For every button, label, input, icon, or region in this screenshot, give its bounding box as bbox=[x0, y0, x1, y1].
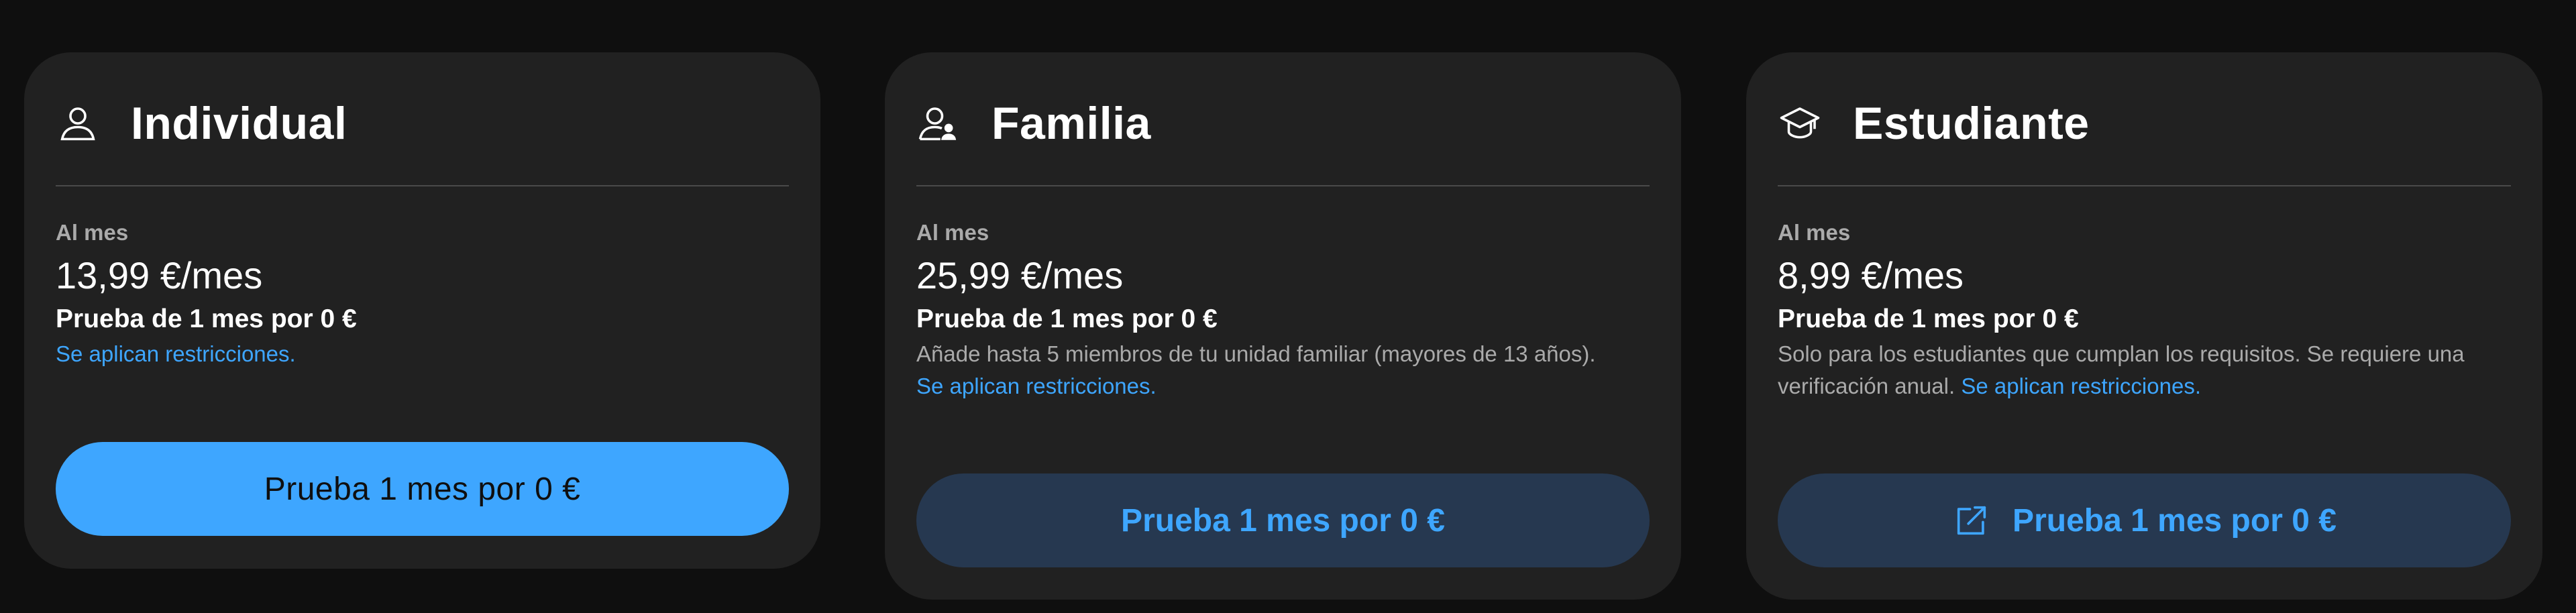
plan-card-estudiante: Estudiante Al mes 8,99 €/mes Prueba de 1… bbox=[1746, 52, 2542, 600]
plan-price: 13,99 €/mes bbox=[56, 254, 263, 296]
restrictions-link[interactable]: Se aplican restricciones. bbox=[916, 374, 1157, 398]
plan-price: 8,99 €/mes bbox=[1778, 254, 1964, 296]
start-trial-button[interactable]: Prueba 1 mes por 0 € bbox=[1778, 473, 2511, 567]
plan-card-header: Familia bbox=[916, 52, 1650, 186]
person-icon bbox=[56, 101, 100, 146]
start-trial-button[interactable]: Prueba 1 mes por 0 € bbox=[916, 473, 1650, 567]
start-trial-button-label: Prueba 1 mes por 0 € bbox=[2012, 502, 2337, 539]
plan-card-header: Individual bbox=[56, 52, 789, 186]
billing-period: Al mes bbox=[1778, 220, 1851, 245]
plan-cards: Individual Al mes 13,99 €/mes Prueba de … bbox=[0, 0, 2576, 613]
start-trial-button[interactable]: Prueba 1 mes por 0 € bbox=[56, 442, 789, 536]
start-trial-button-label: Prueba 1 mes por 0 € bbox=[1121, 502, 1445, 539]
plan-card-body: Al mes 13,99 €/mes Prueba de 1 mes por 0… bbox=[56, 186, 789, 370]
plan-card-header: Estudiante bbox=[1778, 52, 2511, 186]
plan-card-individual: Individual Al mes 13,99 €/mes Prueba de … bbox=[24, 52, 820, 569]
billing-period: Al mes bbox=[56, 220, 129, 245]
restrictions-link[interactable]: Se aplican restricciones. bbox=[56, 341, 296, 366]
plan-title: Estudiante bbox=[1853, 98, 2090, 149]
plan-title: Familia bbox=[991, 98, 1151, 149]
graduation-cap-icon bbox=[1778, 101, 1822, 146]
plan-card-body: Al mes 8,99 €/mes Prueba de 1 mes por 0 … bbox=[1778, 186, 2511, 402]
billing-period: Al mes bbox=[916, 220, 989, 245]
family-icon bbox=[916, 101, 961, 146]
plan-card-familia: Familia Al mes 25,99 €/mes Prueba de 1 m… bbox=[885, 52, 1681, 600]
trial-offer: Prueba de 1 mes por 0 € bbox=[56, 304, 357, 333]
trial-offer: Prueba de 1 mes por 0 € bbox=[916, 304, 1218, 333]
plan-description: Solo para los estudiantes que cumplan lo… bbox=[1778, 338, 2511, 402]
start-trial-button-label: Prueba 1 mes por 0 € bbox=[264, 471, 581, 507]
trial-offer: Prueba de 1 mes por 0 € bbox=[1778, 304, 2079, 333]
plan-description: Añade hasta 5 miembros de tu unidad fami… bbox=[916, 341, 1596, 366]
plan-price: 25,99 €/mes bbox=[916, 254, 1124, 296]
restrictions-link[interactable]: Se aplican restricciones. bbox=[1961, 374, 2201, 398]
plan-card-body: Al mes 25,99 €/mes Prueba de 1 mes por 0… bbox=[916, 186, 1650, 402]
external-link-icon bbox=[1952, 501, 1991, 540]
plan-title: Individual bbox=[131, 98, 347, 149]
